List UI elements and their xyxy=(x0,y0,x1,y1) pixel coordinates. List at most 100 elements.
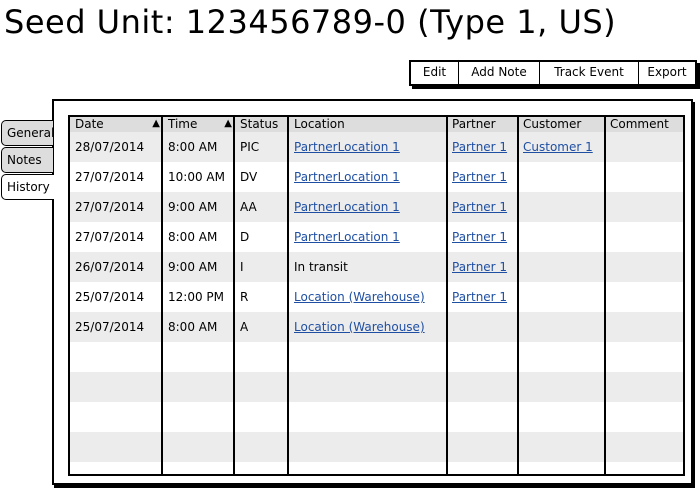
status-cell: PIC xyxy=(235,132,287,162)
date-text: 25/07/2014 xyxy=(75,290,145,304)
date-cell: 26/07/2014 xyxy=(70,252,161,282)
customer-cell: Customer 1 xyxy=(518,132,604,162)
date-text: 27/07/2014 xyxy=(75,230,145,244)
time-text: 8:00 AM xyxy=(168,320,218,334)
date-text: 27/07/2014 xyxy=(75,170,145,184)
date-text: 26/07/2014 xyxy=(75,260,145,274)
tab-history[interactable]: History xyxy=(1,174,54,200)
status-cell: DV xyxy=(235,162,287,192)
time-cell: 9:00 AM xyxy=(163,252,233,282)
column-header-status[interactable]: Status xyxy=(235,117,289,132)
time-text: 10:00 AM xyxy=(168,170,225,184)
location-cell: Location (Warehouse) xyxy=(289,312,446,342)
time-text: 8:00 AM xyxy=(168,140,218,154)
partner-link[interactable]: Partner 1 xyxy=(452,260,507,274)
customer-cell xyxy=(518,162,604,192)
comment-cell xyxy=(605,222,683,252)
time-cell: 8:00 AM xyxy=(163,222,233,252)
customer-cell xyxy=(518,312,604,342)
export-button[interactable]: Export xyxy=(639,62,695,84)
column-header-time[interactable]: Time ▲ xyxy=(163,117,235,132)
page-title: Seed Unit: 123456789-0 (Type 1, US) xyxy=(4,3,617,41)
time-cell: 10:00 AM xyxy=(163,162,233,192)
add-note-button[interactable]: Add Note xyxy=(459,62,540,84)
partner-cell: Partner 1 xyxy=(447,162,517,192)
column-header-partner[interactable]: Partner xyxy=(447,117,518,132)
comment-cell xyxy=(605,252,683,282)
partner-cell: Partner 1 xyxy=(447,222,517,252)
location-text: In transit xyxy=(294,260,348,274)
location-cell: PartnerLocation 1 xyxy=(289,162,446,192)
date-cell: 28/07/2014 xyxy=(70,132,161,162)
time-text: 9:00 AM xyxy=(168,200,218,214)
column-header-label: Time xyxy=(168,117,198,131)
status-text: D xyxy=(240,230,250,244)
partner-link[interactable]: Partner 1 xyxy=(452,170,507,184)
sort-ascending-icon[interactable]: ▲ xyxy=(152,117,160,131)
column-header-comment[interactable]: Comment xyxy=(605,117,683,132)
comment-cell xyxy=(605,282,683,312)
location-cell: PartnerLocation 1 xyxy=(289,192,446,222)
partner-link[interactable]: Partner 1 xyxy=(452,200,507,214)
date-cell: 27/07/2014 xyxy=(70,162,161,192)
date-text: 28/07/2014 xyxy=(75,140,145,154)
status-cell: AA xyxy=(235,192,287,222)
time-cell: 9:00 AM xyxy=(163,192,233,222)
status-text: DV xyxy=(240,170,258,184)
comment-cell xyxy=(605,312,683,342)
status-text: PIC xyxy=(240,140,260,154)
sort-ascending-icon[interactable]: ▲ xyxy=(224,117,232,131)
location-link[interactable]: PartnerLocation 1 xyxy=(294,140,400,154)
location-link[interactable]: PartnerLocation 1 xyxy=(294,230,400,244)
toolbar: Edit Add Note Track Event Export xyxy=(409,60,697,86)
tab-notes[interactable]: Notes xyxy=(1,147,53,173)
partner-cell: Partner 1 xyxy=(447,192,517,222)
column-header-date[interactable]: Date ▲ xyxy=(70,117,163,132)
column-divider xyxy=(161,117,163,474)
status-cell: I xyxy=(235,252,287,282)
time-cell: 8:00 AM xyxy=(163,132,233,162)
status-text: AA xyxy=(240,200,257,214)
time-cell: 12:00 PM xyxy=(163,282,233,312)
tab-general[interactable]: General xyxy=(1,120,54,146)
partner-cell: Partner 1 xyxy=(447,132,517,162)
customer-cell xyxy=(518,192,604,222)
track-event-button[interactable]: Track Event xyxy=(540,62,639,84)
edit-button[interactable]: Edit xyxy=(411,62,459,84)
customer-link[interactable]: Customer 1 xyxy=(523,140,593,154)
comment-cell xyxy=(605,162,683,192)
column-divider xyxy=(604,117,606,474)
location-link[interactable]: PartnerLocation 1 xyxy=(294,170,400,184)
column-divider xyxy=(446,117,448,474)
date-cell: 25/07/2014 xyxy=(70,282,161,312)
location-link[interactable]: PartnerLocation 1 xyxy=(294,200,400,214)
column-divider xyxy=(517,117,519,474)
location-cell: PartnerLocation 1 xyxy=(289,132,446,162)
location-cell: PartnerLocation 1 xyxy=(289,222,446,252)
partner-link[interactable]: Partner 1 xyxy=(452,290,507,304)
customer-cell xyxy=(518,282,604,312)
time-cell: 8:00 AM xyxy=(163,312,233,342)
location-link[interactable]: Location (Warehouse) xyxy=(294,290,425,304)
location-cell: In transit xyxy=(289,252,446,282)
status-text: R xyxy=(240,290,249,304)
location-cell: Location (Warehouse) xyxy=(289,282,446,312)
date-cell: 25/07/2014 xyxy=(70,312,161,342)
column-header-customer[interactable]: Customer xyxy=(518,117,605,132)
partner-cell: Partner 1 xyxy=(447,282,517,312)
column-header-location[interactable]: Location xyxy=(289,117,447,132)
status-cell: A xyxy=(235,312,287,342)
time-text: 9:00 AM xyxy=(168,260,218,274)
partner-cell: Partner 1 xyxy=(447,252,517,282)
date-cell: 27/07/2014 xyxy=(70,222,161,252)
partner-cell xyxy=(447,312,517,342)
time-text: 8:00 AM xyxy=(168,230,218,244)
column-divider xyxy=(233,117,235,474)
partner-link[interactable]: Partner 1 xyxy=(452,140,507,154)
history-table: Date ▲ Time ▲ Status Location Partner Cu… xyxy=(68,115,685,476)
status-text: I xyxy=(240,260,244,274)
partner-link[interactable]: Partner 1 xyxy=(452,230,507,244)
location-link[interactable]: Location (Warehouse) xyxy=(294,320,425,334)
column-divider xyxy=(287,117,289,474)
column-header-label: Date xyxy=(75,117,104,131)
